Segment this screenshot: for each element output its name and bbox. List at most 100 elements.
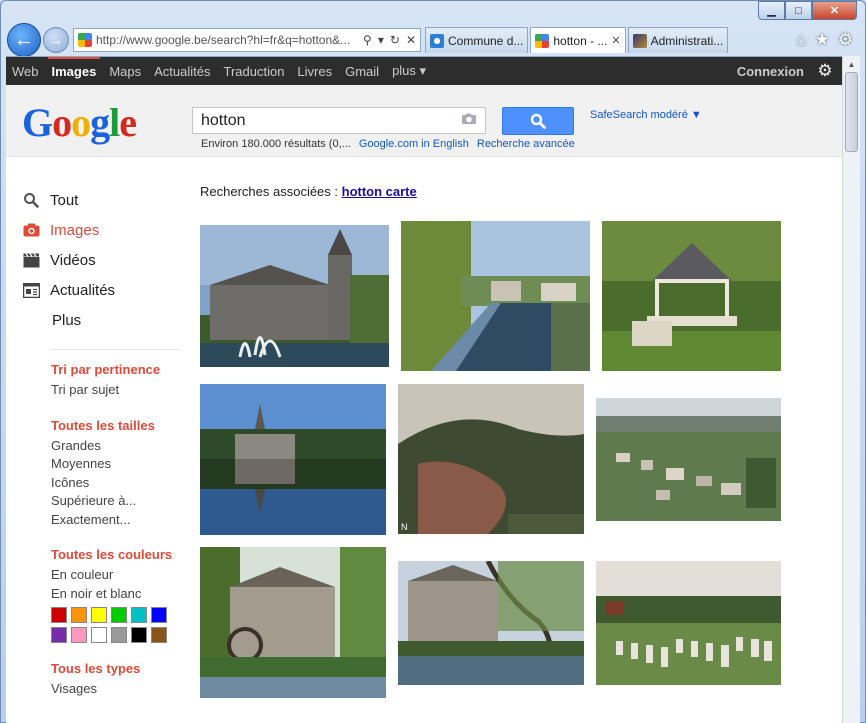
close-button[interactable]: ✕ bbox=[812, 1, 857, 20]
color-swatch[interactable] bbox=[91, 607, 107, 623]
google-favicon-icon bbox=[78, 33, 92, 47]
image-result-village-view[interactable] bbox=[596, 398, 781, 521]
image-result-forest-hill[interactable]: N bbox=[398, 384, 584, 534]
gbar-gmail[interactable]: Gmail bbox=[345, 64, 379, 79]
address-url[interactable]: http://www.google.be/search?hl=fr&q=hott… bbox=[96, 33, 359, 47]
browser-navbar: ← → http://www.google.be/search?hl=fr&q=… bbox=[7, 23, 859, 57]
related-link[interactable]: hotton carte bbox=[342, 184, 417, 199]
tab-label: Commune d... bbox=[448, 33, 524, 48]
minimize-button[interactable]: ▁ bbox=[758, 1, 785, 20]
gbar-translate[interactable]: Traduction bbox=[223, 64, 284, 79]
color-swatch[interactable] bbox=[71, 627, 87, 643]
search-input[interactable]: hotton bbox=[192, 107, 486, 134]
camera-icon bbox=[22, 221, 40, 239]
color-swatch[interactable] bbox=[51, 607, 67, 623]
image-result-watermill[interactable] bbox=[200, 547, 386, 698]
google-logo[interactable]: Google bbox=[22, 99, 137, 146]
search-icon bbox=[530, 113, 546, 129]
image-result-church-reflection[interactable] bbox=[200, 384, 386, 535]
favorites-star-icon[interactable]: ★ bbox=[815, 30, 830, 50]
image-result-cemetery[interactable] bbox=[596, 561, 781, 685]
filter-option[interactable]: Visages bbox=[51, 680, 180, 699]
filter-option[interactable]: Tri par sujet bbox=[51, 381, 180, 400]
nav-item-images[interactable]: Images bbox=[22, 215, 180, 245]
gbar-web[interactable]: Web bbox=[12, 64, 39, 79]
camera-search-icon[interactable] bbox=[461, 113, 477, 128]
filter-option[interactable]: Supérieure à... bbox=[51, 492, 180, 511]
color-swatch[interactable] bbox=[151, 627, 167, 643]
scroll-up-icon[interactable]: ▲ bbox=[843, 56, 860, 72]
divider bbox=[50, 349, 180, 350]
logo-letter: l bbox=[109, 100, 120, 145]
google-bar: Web Images Maps Actualités Traduction Li… bbox=[6, 57, 842, 85]
maximize-button[interactable]: □ bbox=[785, 1, 812, 20]
search-query[interactable]: hotton bbox=[201, 112, 461, 130]
nav-item-news[interactable]: Actualités bbox=[22, 275, 180, 305]
search-icon[interactable]: ⚲ bbox=[363, 33, 372, 47]
logo-letter: o bbox=[71, 100, 91, 145]
english-link[interactable]: Google.com in English bbox=[359, 138, 469, 150]
image-result-church-fountain[interactable] bbox=[200, 225, 389, 367]
tab-commune[interactable]: Commune d... bbox=[425, 27, 529, 53]
filter-heading[interactable]: Toutes les tailles bbox=[51, 418, 180, 433]
color-swatch[interactable] bbox=[91, 627, 107, 643]
tab-administration[interactable]: Administrati... bbox=[627, 27, 729, 53]
filter-section-sort: Tri par pertinence Tri par sujet bbox=[22, 362, 180, 400]
signin-link[interactable]: Connexion bbox=[737, 64, 804, 79]
filter-option[interactable]: Grandes bbox=[51, 437, 180, 456]
color-swatch[interactable] bbox=[131, 607, 147, 623]
nav-item-all[interactable]: Tout bbox=[22, 185, 180, 215]
logo-letter: G bbox=[22, 100, 53, 145]
window-controls: ▁ □ ✕ bbox=[758, 1, 857, 20]
settings-gear-icon[interactable]: ⚙ bbox=[814, 60, 836, 82]
forward-button[interactable]: → bbox=[43, 27, 69, 53]
nav-item-label: Images bbox=[50, 221, 100, 239]
filter-heading[interactable]: Tri par pertinence bbox=[51, 362, 180, 377]
filter-option[interactable]: Moyennes bbox=[51, 455, 180, 474]
address-bar[interactable]: http://www.google.be/search?hl=fr&q=hott… bbox=[73, 28, 421, 52]
color-swatch[interactable] bbox=[111, 627, 127, 643]
image-result-river-town[interactable] bbox=[401, 221, 590, 371]
search-button[interactable] bbox=[502, 107, 574, 135]
color-swatch[interactable] bbox=[71, 607, 87, 623]
result-stats-row: Environ 180.000 résultats (0,... Google.… bbox=[201, 138, 575, 150]
tools-gear-icon[interactable]: ⚙ bbox=[838, 30, 853, 50]
color-swatch[interactable] bbox=[51, 627, 67, 643]
svg-text:N: N bbox=[401, 522, 408, 532]
dropdown-icon[interactable]: ▾ bbox=[378, 33, 384, 47]
filter-heading[interactable]: Tous les types bbox=[51, 661, 180, 676]
news-icon bbox=[22, 281, 40, 299]
filter-option[interactable]: Exactement... bbox=[51, 511, 180, 530]
gbar-books[interactable]: Livres bbox=[297, 64, 332, 79]
nav-item-more[interactable]: Plus bbox=[22, 305, 180, 335]
left-nav: Tout Images Vidéos Actualités Plus Tri p… bbox=[22, 185, 180, 717]
image-result-mill-river[interactable] bbox=[398, 561, 584, 685]
image-result-gazebo[interactable] bbox=[602, 221, 781, 371]
color-swatch[interactable] bbox=[151, 607, 167, 623]
refresh-icon[interactable]: ↻ bbox=[390, 33, 400, 47]
filter-heading[interactable]: Toutes les couleurs bbox=[51, 547, 180, 562]
tab-close-icon[interactable]: ✕ bbox=[611, 34, 620, 47]
back-button[interactable]: ← bbox=[7, 23, 41, 57]
nav-item-label: Plus bbox=[52, 311, 82, 329]
advanced-search-link[interactable]: Recherche avancée bbox=[477, 138, 575, 150]
related-prefix: Recherches associées : bbox=[200, 184, 342, 199]
gbar-news[interactable]: Actualités bbox=[154, 64, 210, 79]
gbar-maps[interactable]: Maps bbox=[109, 64, 141, 79]
tab-hotton[interactable]: hotton - ... ✕ bbox=[530, 27, 626, 53]
vertical-scrollbar[interactable]: ▲ bbox=[842, 56, 860, 723]
tab-label: Administrati... bbox=[650, 33, 724, 48]
safesearch-dropdown[interactable]: SafeSearch modéré ▼ bbox=[590, 109, 702, 121]
scroll-thumb[interactable] bbox=[845, 72, 858, 152]
gbar-images[interactable]: Images bbox=[47, 57, 101, 79]
gbar-more[interactable]: plus ▾ bbox=[392, 63, 426, 79]
filter-option[interactable]: En noir et blanc bbox=[51, 585, 180, 604]
browser-toolbar-icons: ⌂ ★ ⚙ bbox=[796, 30, 859, 50]
filter-option[interactable]: Icônes bbox=[51, 474, 180, 493]
nav-item-videos[interactable]: Vidéos bbox=[22, 245, 180, 275]
filter-option[interactable]: En couleur bbox=[51, 566, 180, 585]
stop-icon[interactable]: ✕ bbox=[406, 33, 416, 47]
color-swatch[interactable] bbox=[131, 627, 147, 643]
color-swatch[interactable] bbox=[111, 607, 127, 623]
home-icon[interactable]: ⌂ bbox=[796, 30, 806, 50]
